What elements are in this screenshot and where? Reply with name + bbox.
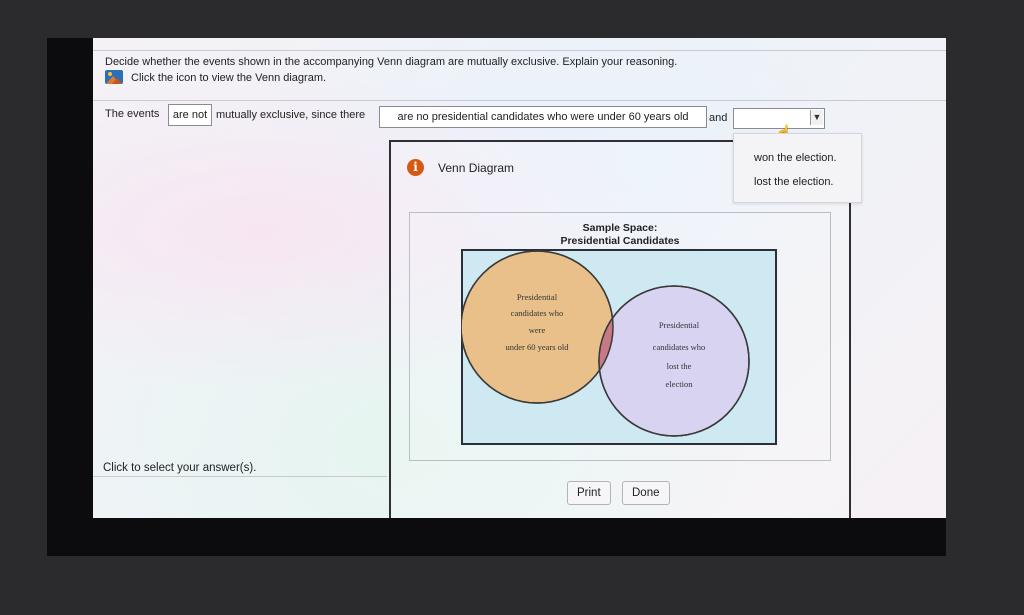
right-circle-label-line: candidates who — [653, 342, 706, 352]
venn-diagram: Sample Space: Presidential Candidates Pr… — [409, 212, 831, 461]
dropdown-option-lost[interactable]: lost the election. — [754, 176, 834, 188]
left-circle-label-line: candidates who — [511, 308, 564, 318]
screen: Decide whether the events shown in the a… — [93, 38, 946, 518]
sample-space-label: Sample Space: — [582, 222, 658, 234]
left-circle-label-line: were — [529, 325, 546, 335]
print-button[interactable]: Print — [567, 481, 611, 505]
answer-box-2[interactable]: are no presidential candidates who were … — [379, 106, 707, 128]
monitor-bezel-bottom — [47, 518, 946, 556]
venn-diagram-graphic: Presidential candidates who were under 6… — [461, 249, 777, 445]
icon-hint: Click the icon to view the Venn diagram. — [131, 72, 327, 84]
footer-hint: Click to select your answer(s). — [103, 462, 257, 474]
left-circle-label-line: under 60 years old — [505, 342, 569, 352]
done-button[interactable]: Done — [622, 481, 670, 505]
divider — [93, 476, 387, 477]
left-circle-label-line: Presidential — [517, 292, 558, 302]
answer-lead: The events — [105, 108, 160, 120]
divider — [93, 50, 946, 51]
dropdown-menu: won the election. lost the election. — [733, 133, 862, 203]
answer-box-1[interactable]: are not — [168, 104, 212, 126]
right-circle-label-line: Presidential — [659, 320, 700, 330]
venn-window-title: Venn Diagram — [438, 161, 515, 175]
image-icon[interactable] — [105, 70, 123, 84]
answer-mid: mutually exclusive, since there — [216, 109, 366, 121]
info-icon: i — [407, 159, 424, 176]
question-prompt: Decide whether the events shown in the a… — [105, 56, 678, 68]
dropdown-option-won[interactable]: won the election. — [754, 152, 837, 164]
sample-space-title: Presidential Candidates — [560, 235, 680, 247]
divider — [93, 100, 946, 101]
right-circle-label-line: lost the — [667, 361, 692, 371]
monitor-bezel-left — [47, 38, 93, 555]
answer-connector: and — [709, 112, 728, 124]
chevron-down-icon[interactable]: ▼ — [810, 110, 823, 125]
right-circle-label-line: election — [666, 379, 694, 389]
